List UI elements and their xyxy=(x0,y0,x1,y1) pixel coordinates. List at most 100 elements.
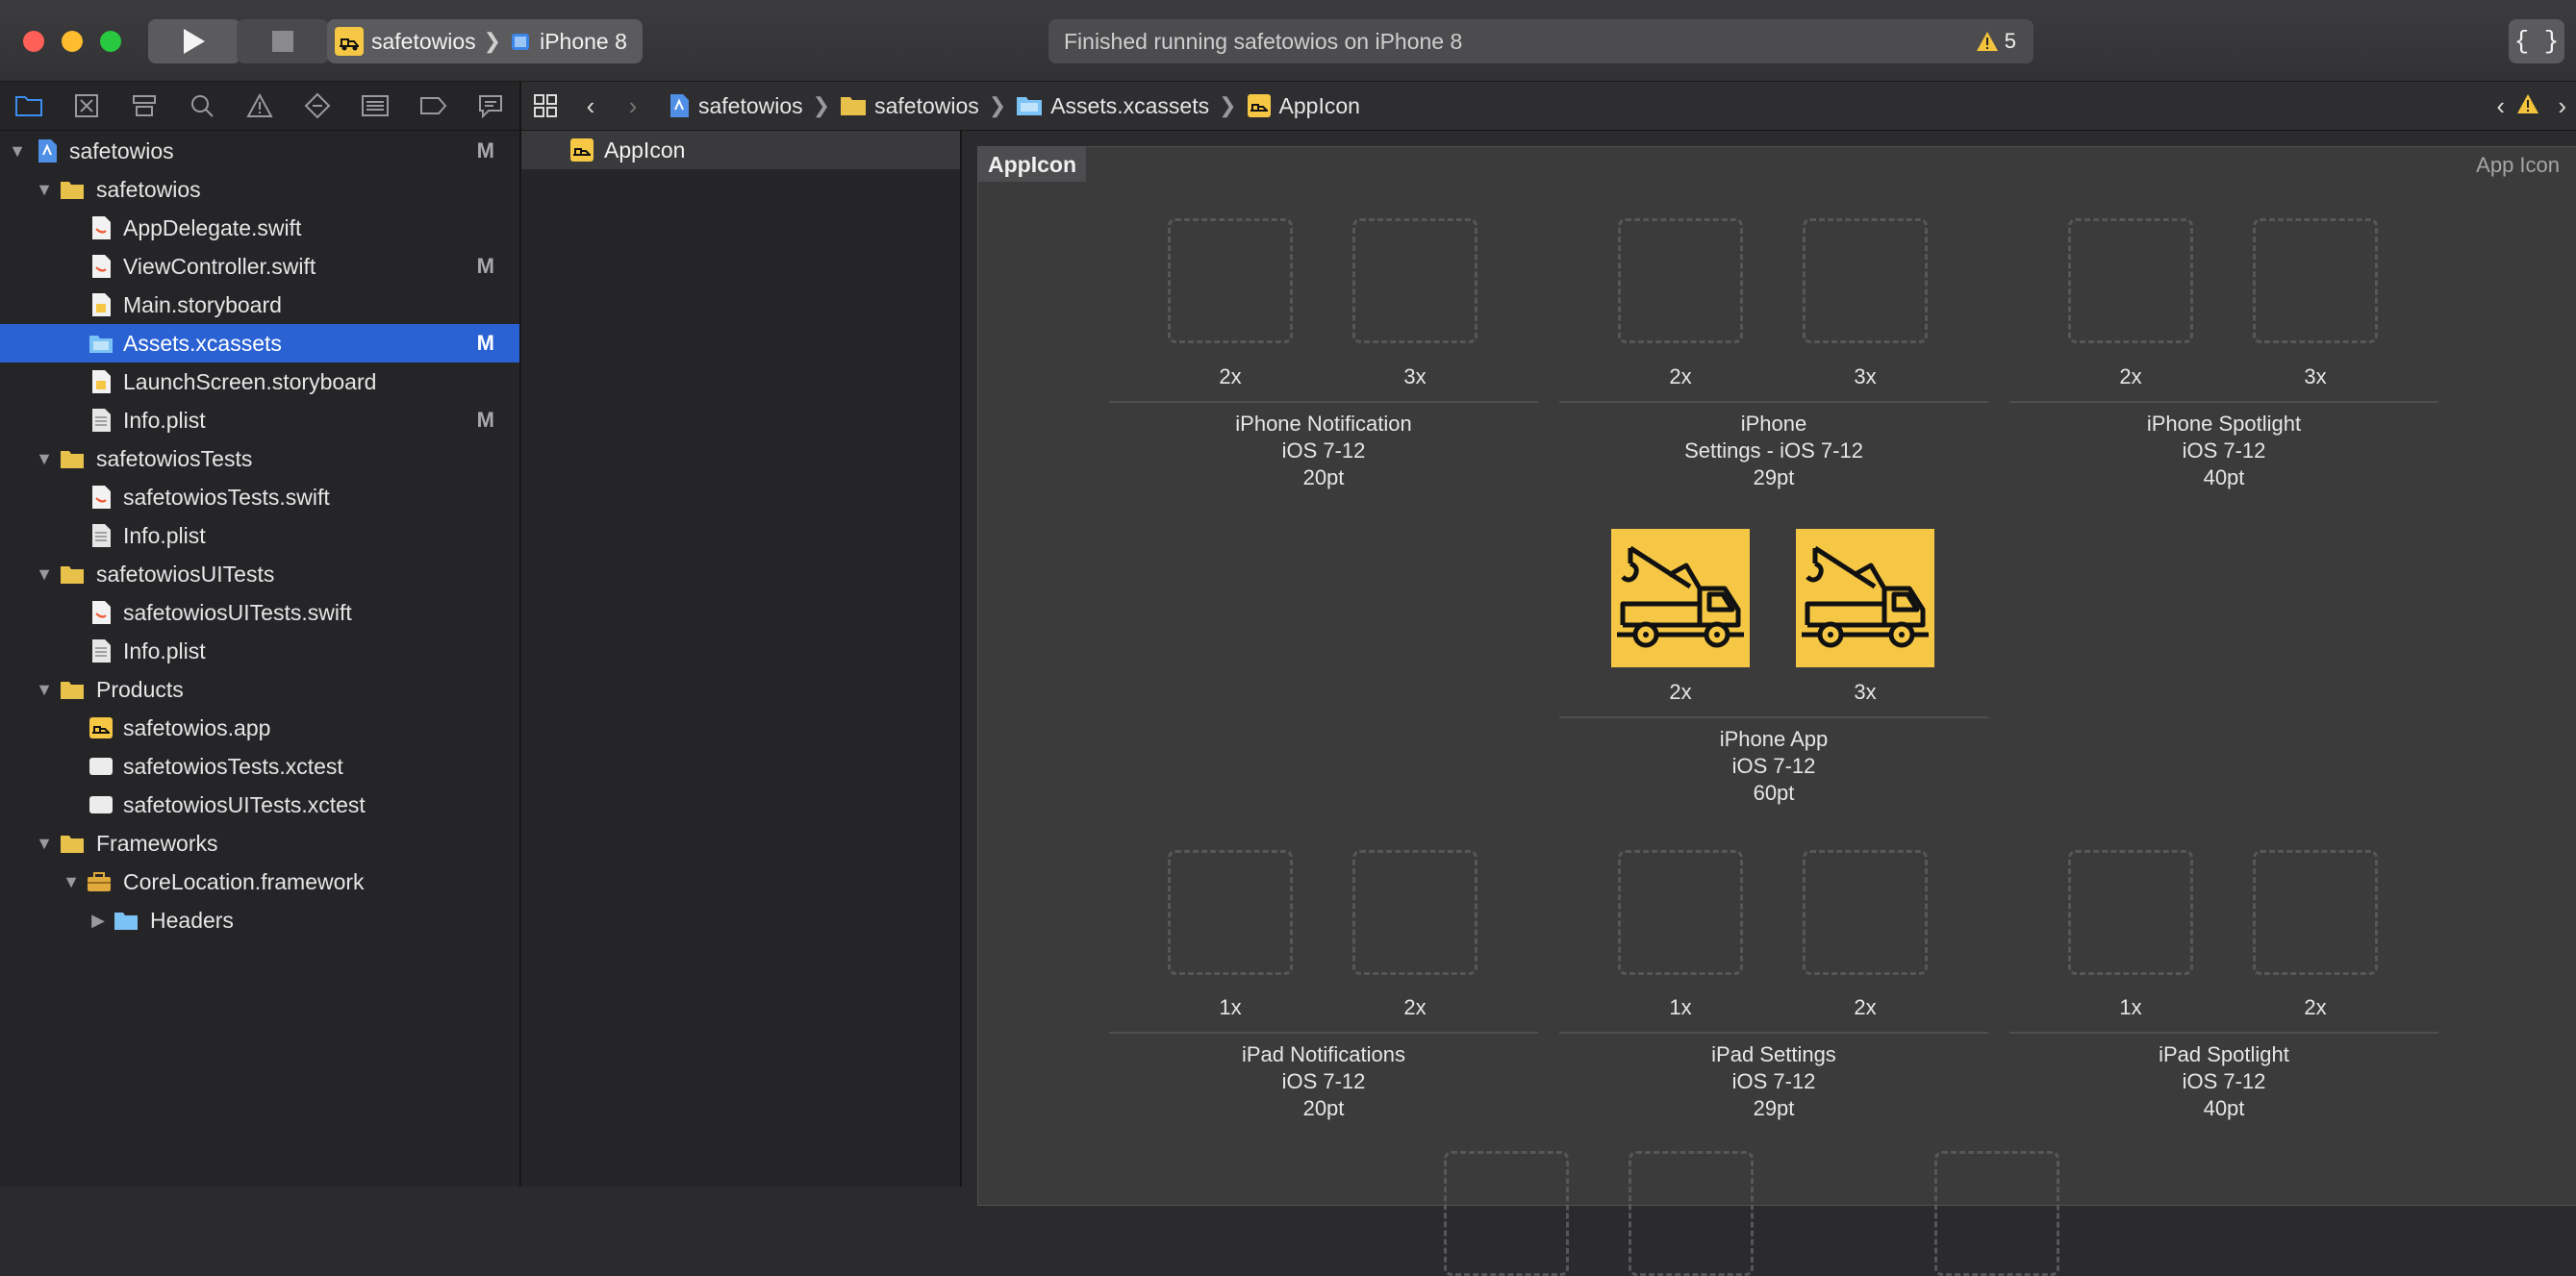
tree-item-group[interactable]: ▼ safetowiosTests xyxy=(0,439,519,478)
icon-set-canvas: AppIcon App Icon 2x 3x iPhone Notificati… xyxy=(977,146,2576,1276)
tree-item-file[interactable]: Info.plist xyxy=(0,632,519,670)
play-icon xyxy=(184,29,205,54)
icon-slot-empty[interactable] xyxy=(1168,218,1293,343)
tree-item-folder[interactable]: ▶ Headers xyxy=(0,901,519,939)
icon-slot-empty[interactable] xyxy=(1803,218,1928,343)
scm-status-badge: M xyxy=(476,254,494,278)
minimize-window-button[interactable] xyxy=(62,31,83,52)
scale-label: 3x xyxy=(2304,364,2327,388)
icon-slot-empty[interactable] xyxy=(1803,850,1928,975)
app-icon xyxy=(570,138,593,162)
test-navigator-tab[interactable] xyxy=(289,82,346,130)
breadcrumb-project[interactable]: safetowios xyxy=(668,93,803,119)
group-os: iOS 7-12 xyxy=(1281,438,1366,463)
icon-slot-empty[interactable] xyxy=(2068,218,2193,343)
breadcrumb-group[interactable]: safetowios xyxy=(840,93,979,119)
chevron-right-icon: › xyxy=(2558,90,2566,120)
disclosure-expanded-icon[interactable]: ▼ xyxy=(35,564,54,585)
symbol-navigator-tab[interactable] xyxy=(115,82,173,130)
group-os: iOS 7-12 xyxy=(2182,438,2266,463)
warning-indicator[interactable]: 5 xyxy=(1976,29,2016,54)
scheme-selector[interactable]: safetowios ❯ iPhone 8 xyxy=(327,19,643,63)
tree-item-file[interactable]: safetowiosTests.swift xyxy=(0,478,519,516)
find-navigator-tab[interactable] xyxy=(173,82,231,130)
library-button[interactable]: { } xyxy=(2509,19,2564,63)
tree-item-file[interactable]: safetowiosUITests.swift xyxy=(0,593,519,632)
group-divider xyxy=(2009,401,2438,403)
asset-list-item[interactable]: AppIcon xyxy=(521,131,960,169)
tree-item-file[interactable]: LaunchScreen.storyboard xyxy=(0,363,519,401)
report-navigator-tab[interactable] xyxy=(462,82,519,130)
icon-slot-empty[interactable] xyxy=(2253,850,2378,975)
chevron-right-icon: › xyxy=(628,90,638,120)
tree-item-label: safetowiosTests xyxy=(96,445,253,471)
app-icon-image-3x[interactable] xyxy=(1796,529,1934,667)
icon-slot-empty[interactable] xyxy=(1352,850,1477,975)
icon-slot-empty[interactable] xyxy=(1352,218,1477,343)
tree-item-group[interactable]: ▼ Frameworks xyxy=(0,824,519,863)
tree-item-file-selected[interactable]: Assets.xcassets M xyxy=(0,324,519,363)
back-button[interactable]: ‹ xyxy=(569,91,612,121)
tree-item-group[interactable]: ▼ safetowiosUITests xyxy=(0,555,519,593)
icon-slot-empty[interactable] xyxy=(1618,850,1743,975)
tree-item-file[interactable]: safetowiosTests.xctest xyxy=(0,747,519,786)
folder-icon xyxy=(15,96,42,116)
group-name: iPad Spotlight xyxy=(2159,1042,2289,1066)
icon-set-title: AppIcon xyxy=(978,147,1086,182)
tree-item-label: CoreLocation.framework xyxy=(123,868,365,894)
disclosure-collapsed-icon[interactable]: ▶ xyxy=(88,911,108,931)
tree-item-file[interactable]: safetowios.app xyxy=(0,709,519,747)
close-window-button[interactable] xyxy=(23,31,44,52)
icon-slot-empty[interactable] xyxy=(1629,1151,1754,1276)
group-os: Settings - iOS 7-12 xyxy=(1684,438,1863,463)
tree-item-file[interactable]: AppDelegate.swift xyxy=(0,209,519,247)
source-control-navigator-tab[interactable] xyxy=(58,82,115,130)
forward-button[interactable]: › xyxy=(612,91,654,121)
group-divider xyxy=(1109,1032,1538,1034)
icon-slot-empty[interactable] xyxy=(1934,1151,2059,1276)
tree-item-group[interactable]: ▼ Products xyxy=(0,670,519,709)
disclosure-expanded-icon[interactable]: ▼ xyxy=(35,680,54,700)
tree-item-group[interactable]: ▼ safetowios xyxy=(0,170,519,209)
group-name: iPhone xyxy=(1740,412,1807,436)
zoom-window-button[interactable] xyxy=(100,31,121,52)
breadcrumb-appicon[interactable]: AppIcon xyxy=(1247,93,1360,119)
disclosure-expanded-icon[interactable]: ▼ xyxy=(62,872,81,892)
breadcrumb-asset-catalog[interactable]: Assets.xcassets xyxy=(1016,93,1209,119)
group-name: iPhone Notification xyxy=(1235,412,1412,436)
breakpoint-navigator-tab[interactable] xyxy=(404,82,462,130)
next-issue-button[interactable]: › xyxy=(2558,91,2566,121)
tree-item-file[interactable]: Main.storyboard xyxy=(0,286,519,324)
icon-slot-empty[interactable] xyxy=(1168,850,1293,975)
swift-file-icon xyxy=(92,216,111,239)
stop-button[interactable] xyxy=(237,19,329,63)
icon-slot-empty[interactable] xyxy=(2068,850,2193,975)
icon-slot-empty[interactable] xyxy=(2253,218,2378,343)
tree-item-label: Products xyxy=(96,676,184,702)
disclosure-expanded-icon[interactable]: ▼ xyxy=(35,834,54,854)
warning-icon xyxy=(1976,32,1998,51)
tree-item-file[interactable]: Info.plist xyxy=(0,516,519,555)
related-items-button[interactable] xyxy=(521,93,569,118)
app-icon-image-2x[interactable] xyxy=(1611,529,1750,667)
disclosure-expanded-icon[interactable]: ▼ xyxy=(35,449,54,469)
breadcrumb-separator-icon: ❯ xyxy=(988,93,1007,117)
disclosure-expanded-icon[interactable]: ▼ xyxy=(8,141,27,162)
debug-navigator-tab[interactable] xyxy=(346,82,404,130)
tree-item-label: safetowios.app xyxy=(123,714,271,740)
icon-slot-empty[interactable] xyxy=(1618,218,1743,343)
run-button[interactable] xyxy=(148,19,240,63)
tree-item-project[interactable]: ▼ safetowios M xyxy=(0,132,519,170)
tree-item-file[interactable]: ViewController.swift M xyxy=(0,247,519,286)
group-size: 20pt xyxy=(1302,465,1345,489)
disclosure-expanded-icon[interactable]: ▼ xyxy=(35,180,54,200)
issue-navigator-tab[interactable] xyxy=(231,82,289,130)
previous-issue-button[interactable]: ‹ xyxy=(2496,91,2505,121)
icon-slot-empty[interactable] xyxy=(1444,1151,1569,1276)
project-navigator-tab[interactable] xyxy=(0,82,58,130)
issue-indicator[interactable] xyxy=(2516,93,2539,120)
group-size: 20pt xyxy=(1302,1096,1345,1120)
tree-item-file[interactable]: Info.plist M xyxy=(0,401,519,439)
tree-item-framework[interactable]: ▼ CoreLocation.framework xyxy=(0,863,519,901)
tree-item-file[interactable]: safetowiosUITests.xctest xyxy=(0,786,519,824)
